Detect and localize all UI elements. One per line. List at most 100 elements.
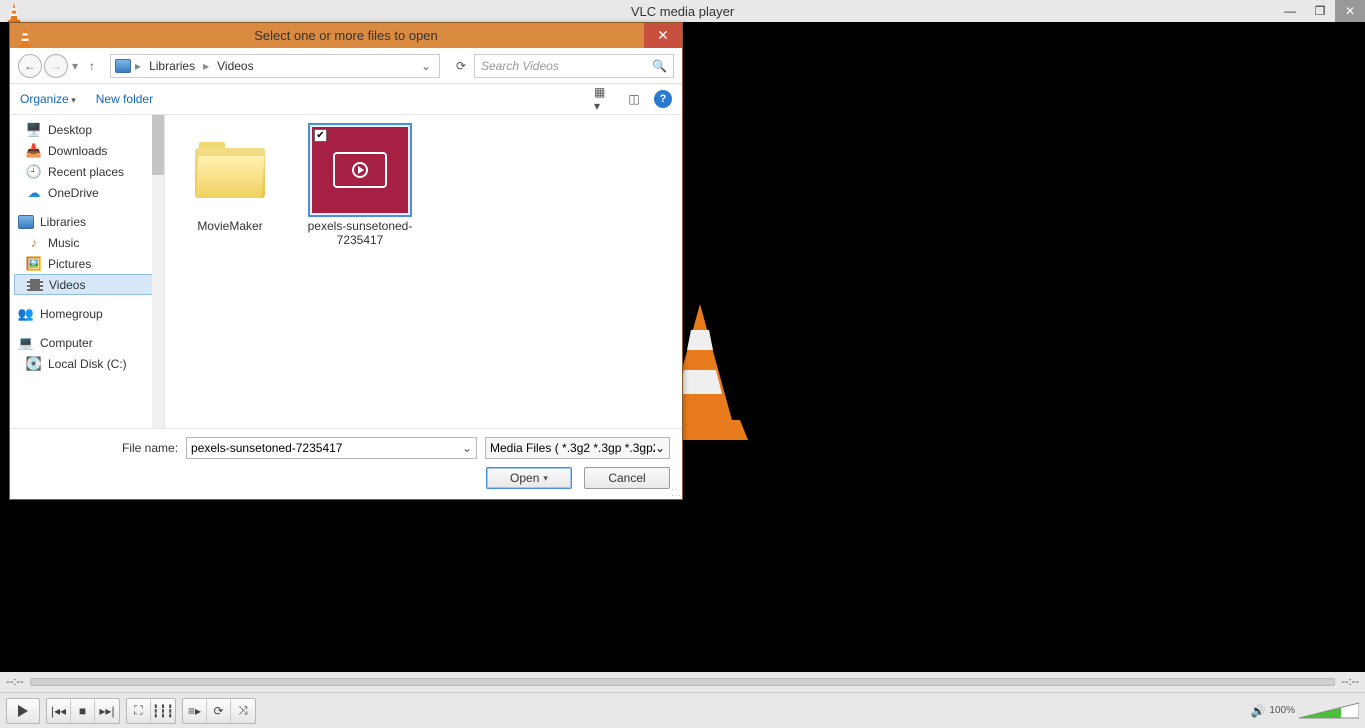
help-button[interactable]: ? <box>654 90 672 108</box>
tree-label: Libraries <box>40 215 86 229</box>
tree-local-disk[interactable]: 💽Local Disk (C:) <box>14 353 164 374</box>
maximize-button[interactable]: ❐ <box>1305 0 1335 22</box>
libraries-icon <box>18 214 34 230</box>
file-item-video[interactable]: ✔ pexels-sunsetoned-7235417 <box>305 125 415 248</box>
previous-button[interactable]: |◂◂ <box>47 699 71 723</box>
computer-icon: 💻 <box>18 335 34 351</box>
file-list[interactable]: MovieMaker ✔ pexels-sunsetoned-7235417 <box>165 115 682 428</box>
tree-pictures[interactable]: 🖼️ Pictures <box>14 253 164 274</box>
split-arrow-icon[interactable]: ▾ <box>543 473 548 484</box>
tree-libraries[interactable]: Libraries <box>14 211 164 232</box>
recent-locations-dropdown[interactable]: ▾ <box>70 59 80 73</box>
dialog-close-button[interactable]: ✕ <box>644 23 682 48</box>
search-box[interactable]: 🔍 <box>474 54 674 78</box>
downloads-icon: 📥 <box>26 143 42 159</box>
breadcrumb-dropdown[interactable]: ⌄ <box>417 59 435 73</box>
tree-computer[interactable]: 💻Computer <box>14 332 164 353</box>
tree-label: OneDrive <box>48 186 99 200</box>
search-input[interactable] <box>481 59 652 73</box>
search-icon: 🔍 <box>652 59 667 73</box>
window-buttons: — ❐ ✕ <box>1275 0 1365 22</box>
tree-downloads[interactable]: 📥Downloads <box>14 140 164 161</box>
loop-button[interactable]: ⟳ <box>207 699 231 723</box>
dialog-button-row: Open ▾ Cancel <box>22 467 670 489</box>
toolbar-right: ▦ ▾ ◫ ? <box>594 89 672 109</box>
pictures-icon: 🖼️ <box>26 256 42 272</box>
nav-up-button[interactable]: ↑ <box>82 56 102 76</box>
playlist-button[interactable]: ≡▸ <box>183 699 207 723</box>
file-name: pexels-sunsetoned-7235417 <box>305 219 415 248</box>
tree-desktop[interactable]: 🖥️Desktop <box>14 119 164 140</box>
tree-label: Pictures <box>48 257 91 271</box>
dialog-title: Select one or more files to open <box>254 28 438 43</box>
chevron-down-icon[interactable]: ⌄ <box>462 441 472 455</box>
video-thumbnail: ✔ <box>310 125 410 215</box>
refresh-button[interactable]: ⟳ <box>450 55 472 77</box>
time-remaining: --:-- <box>1341 676 1359 688</box>
dialog-body: 🖥️Desktop 📥Downloads 🕘Recent places ☁ One… <box>10 114 682 429</box>
tree-onedrive[interactable]: ☁ OneDrive <box>14 182 164 203</box>
selection-checkbox[interactable]: ✔ <box>314 129 327 142</box>
libraries-icon <box>115 58 131 74</box>
fullscreen-button[interactable]: ⛶ <box>127 699 151 723</box>
resize-grip[interactable]: . .. . . <box>671 485 680 497</box>
organize-menu[interactable]: Organize <box>20 92 76 106</box>
preview-pane-button[interactable]: ◫ <box>624 89 644 109</box>
nav-forward-button[interactable]: → <box>44 54 68 78</box>
dialog-titlebar: Select one or more files to open ✕ <box>10 23 682 48</box>
tree-videos[interactable]: Videos <box>14 274 164 295</box>
tree-label: Music <box>48 236 79 250</box>
filter-text: Media Files ( *.3g2 *.3gp *.3gp2 <box>490 441 655 455</box>
minimize-button[interactable]: — <box>1275 0 1305 22</box>
view-mode-button[interactable]: ▦ ▾ <box>594 89 614 109</box>
nav-tree: 🖥️Desktop 📥Downloads 🕘Recent places ☁ One… <box>10 115 165 428</box>
dialog-footer: File name: pexels-sunsetoned-7235417 ⌄ M… <box>10 429 682 499</box>
file-open-dialog: Select one or more files to open ✕ ← → ▾… <box>9 22 683 500</box>
volume-slider[interactable] <box>1299 701 1359 721</box>
speaker-icon[interactable]: 🔊 <box>1250 704 1265 718</box>
close-button[interactable]: ✕ <box>1335 0 1365 22</box>
seek-bar-row: --:-- --:-- <box>0 672 1365 692</box>
tree-recent-places[interactable]: 🕘Recent places <box>14 161 164 182</box>
open-button[interactable]: Open ▾ <box>486 467 572 489</box>
file-type-filter[interactable]: Media Files ( *.3g2 *.3gp *.3gp2 ⌄ <box>485 437 670 459</box>
onedrive-icon: ☁ <box>26 185 42 201</box>
tree-scroll-thumb[interactable] <box>152 115 164 175</box>
filename-label: File name: <box>122 441 178 455</box>
time-elapsed: --:-- <box>6 676 24 688</box>
tree-label: Local Disk (C:) <box>48 357 127 371</box>
breadcrumb-bar[interactable]: ▸ Libraries ▸ Videos ⌄ <box>110 54 440 78</box>
app-title: VLC media player <box>631 4 734 19</box>
tree-homegroup[interactable]: 👥Homegroup <box>14 303 164 324</box>
breadcrumb-sep: ▸ <box>135 59 141 73</box>
dialog-nav-row: ← → ▾ ↑ ▸ Libraries ▸ Videos ⌄ ⟳ 🔍 <box>10 48 682 84</box>
vlc-main-window: VLC media player — ❐ ✕ --:-- --:-- |◂◂ ■… <box>0 0 1365 728</box>
chevron-down-icon[interactable]: ⌄ <box>655 441 665 455</box>
new-folder-button[interactable]: New folder <box>96 92 153 106</box>
volume-percent: 100% <box>1269 705 1295 716</box>
play-button[interactable] <box>6 698 40 724</box>
recent-icon: 🕘 <box>26 164 42 180</box>
extended-settings-button[interactable]: ┇┇┇ <box>151 699 175 723</box>
filename-combobox[interactable]: pexels-sunsetoned-7235417 ⌄ <box>186 437 477 459</box>
breadcrumb-videos[interactable]: Videos <box>213 59 257 73</box>
playback-controls: |◂◂ ■ ▸▸| ⛶ ┇┇┇ ≡▸ ⟳ ⤨ 🔊 100% <box>0 692 1365 728</box>
shuffle-button[interactable]: ⤨ <box>231 699 255 723</box>
button-label: Open <box>510 471 539 485</box>
tree-label: Homegroup <box>40 307 103 321</box>
folder-icon <box>180 125 280 215</box>
file-item-folder[interactable]: MovieMaker <box>175 125 285 233</box>
music-icon: ♪ <box>26 235 42 251</box>
tree-label: Videos <box>49 278 85 292</box>
breadcrumb-libraries[interactable]: Libraries <box>145 59 199 73</box>
videos-icon <box>27 277 43 293</box>
tree-label: Desktop <box>48 123 92 137</box>
cancel-button[interactable]: Cancel <box>584 467 670 489</box>
next-button[interactable]: ▸▸| <box>95 699 119 723</box>
seek-slider[interactable] <box>30 678 1336 686</box>
nav-back-button[interactable]: ← <box>18 54 42 78</box>
tree-music[interactable]: ♪ Music <box>14 232 164 253</box>
dialog-cone-icon <box>16 27 34 45</box>
vlc-titlebar: VLC media player — ❐ ✕ <box>0 0 1365 22</box>
stop-button[interactable]: ■ <box>71 699 95 723</box>
